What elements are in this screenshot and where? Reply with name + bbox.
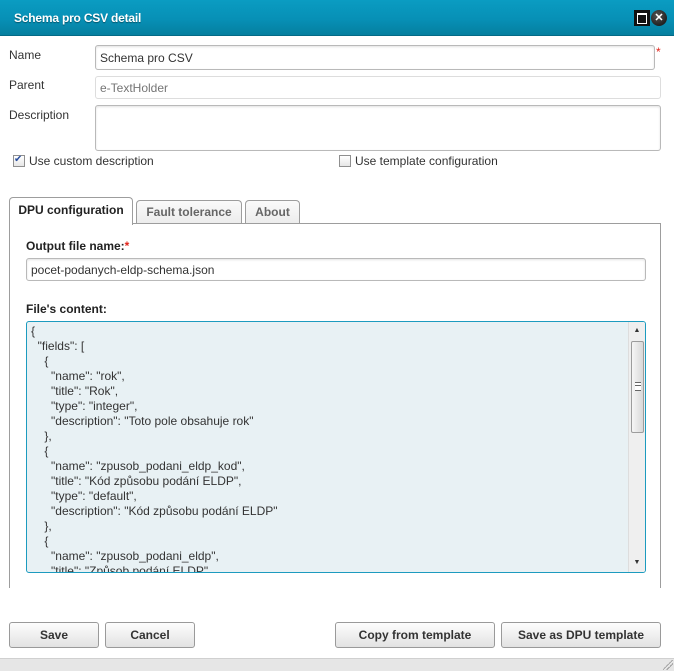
tab-about[interactable]: About — [245, 200, 300, 224]
use-template-configuration-checkbox[interactable]: Use template configuration — [339, 154, 498, 168]
description-textarea[interactable] — [95, 105, 661, 151]
window-titlebar[interactable]: Schema pro CSV detail — [0, 0, 674, 36]
checkbox-unchecked-icon[interactable] — [339, 155, 351, 167]
output-file-name-input[interactable] — [26, 258, 646, 281]
tab-fault-tolerance[interactable]: Fault tolerance — [136, 200, 242, 224]
name-input[interactable] — [95, 45, 655, 70]
tab-dpu-configuration[interactable]: DPU configuration — [9, 197, 133, 225]
save-as-dpu-template-button[interactable]: Save as DPU template — [501, 622, 661, 648]
use-custom-description-checkbox[interactable]: Use custom description — [13, 154, 154, 168]
use-template-configuration-label: Use template configuration — [355, 154, 498, 168]
parent-label: Parent — [9, 78, 45, 92]
window-footer — [0, 658, 674, 671]
description-label: Description — [9, 108, 70, 122]
output-file-name-label: Output file name:* — [26, 239, 129, 253]
dpu-configuration-panel: Output file name:* File's content: { "fi… — [9, 223, 661, 588]
scroll-thumb[interactable] — [631, 341, 644, 433]
scroll-down-arrow-icon[interactable]: ▼ — [629, 555, 645, 571]
checkbox-checked-icon[interactable] — [13, 154, 25, 167]
name-required-indicator: * — [656, 45, 661, 59]
name-label: Name — [9, 48, 42, 62]
file-content-text[interactable]: { "fields": [ { "name": "rok", "title": … — [31, 324, 625, 572]
close-icon[interactable] — [651, 10, 667, 26]
file-content-textarea[interactable]: { "fields": [ { "name": "rok", "title": … — [26, 321, 646, 573]
copy-from-template-button[interactable]: Copy from template — [335, 622, 495, 648]
file-content-label: File's content: — [26, 302, 107, 316]
output-file-name-label-text: Output file name: — [26, 239, 125, 253]
cancel-button[interactable]: Cancel — [105, 622, 195, 648]
window-title: Schema pro CSV detail — [14, 11, 142, 25]
parent-input — [95, 76, 661, 99]
output-required-indicator: * — [124, 239, 130, 253]
use-custom-description-label: Use custom description — [29, 154, 154, 168]
content-scrollbar[interactable]: ▲ ▼ — [628, 322, 645, 572]
scroll-up-arrow-icon[interactable]: ▲ — [629, 323, 645, 339]
save-button[interactable]: Save — [9, 622, 99, 648]
maximize-icon[interactable] — [634, 10, 650, 26]
resize-grip-icon[interactable] — [663, 660, 673, 670]
